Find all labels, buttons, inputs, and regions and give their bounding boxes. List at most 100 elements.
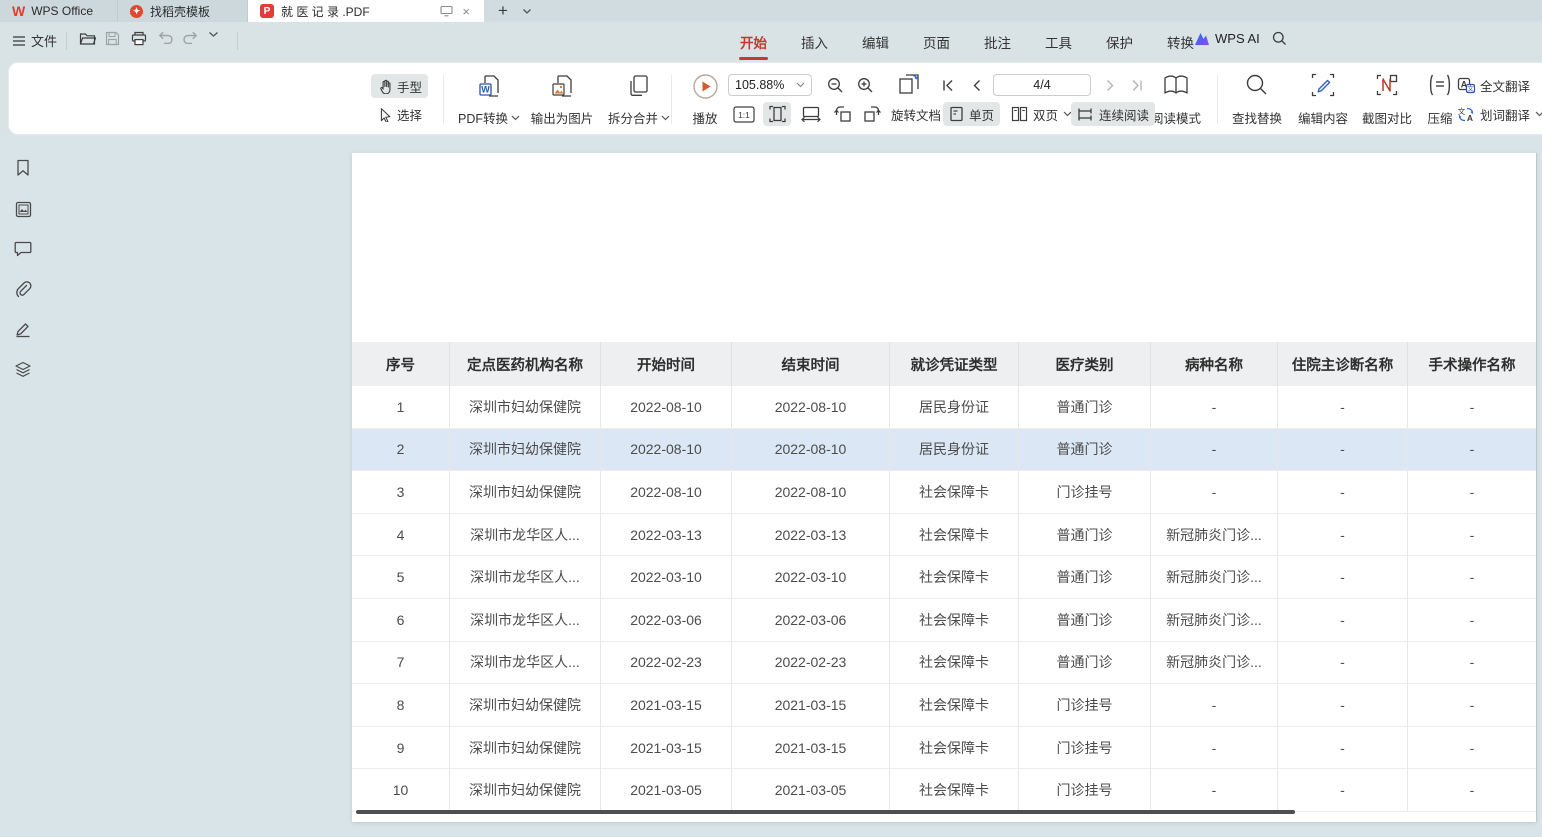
table-cell: - [1277, 386, 1407, 428]
table-cell: 普通门诊 [1018, 599, 1150, 641]
wps-ai-logo-icon [1194, 32, 1210, 46]
divider [671, 75, 672, 124]
table-cell: 社会保障卡 [889, 514, 1018, 556]
fit-width-button[interactable] [797, 102, 825, 126]
quick-access-chevron-icon[interactable] [208, 31, 219, 38]
table-header-cell: 手术操作名称 [1407, 342, 1536, 386]
menu-tab-转换[interactable]: 转换 [1165, 30, 1196, 58]
undo-icon[interactable] [157, 31, 173, 44]
table-cell: 2022-03-13 [731, 514, 889, 556]
next-page-icon [1106, 79, 1115, 92]
screenshot-compare-button[interactable]: 截图对比 [1357, 71, 1417, 129]
close-tab-icon[interactable]: × [460, 4, 472, 19]
pdf-convert-button[interactable]: W PDF转换 [452, 71, 526, 129]
split-merge-button[interactable]: 拆分合并 [598, 71, 680, 129]
svg-text:文: 文 [1458, 106, 1466, 116]
bookmarks-panel-icon[interactable] [13, 158, 33, 178]
table-cell: 9 [352, 727, 449, 769]
table-cell: - [1407, 386, 1536, 428]
zoom-level-select[interactable]: 105.88% [728, 74, 812, 96]
rotate-right-icon [863, 105, 882, 123]
table-cell: 深圳市龙华区人... [449, 599, 600, 641]
table-cell: 2022-08-10 [731, 471, 889, 513]
attachments-panel-icon[interactable] [13, 279, 33, 299]
rotate-left-icon [833, 105, 852, 123]
table-cell: - [1150, 769, 1277, 811]
table-cell: 普通门诊 [1018, 514, 1150, 556]
menu-tab-工具[interactable]: 工具 [1043, 30, 1074, 58]
menu-tab-插入[interactable]: 插入 [799, 30, 830, 58]
menu-tab-页面[interactable]: 页面 [921, 30, 952, 58]
table-cell: 4 [352, 514, 449, 556]
thumbnails-panel-icon[interactable] [13, 199, 33, 219]
signature-panel-icon[interactable] [13, 319, 33, 339]
zoom-out-button[interactable] [823, 74, 847, 96]
full-text-translate-button[interactable]: A文 全文翻译 [1457, 73, 1530, 97]
search-icon[interactable] [1272, 31, 1287, 46]
wps-ai-button[interactable]: WPS AI [1194, 31, 1260, 46]
print-icon[interactable] [131, 31, 147, 46]
actual-size-button[interactable]: 1:1 [731, 102, 757, 126]
chevron-down-icon [511, 115, 520, 121]
comments-panel-icon[interactable] [13, 239, 33, 259]
table-header-cell: 就诊凭证类型 [889, 342, 1018, 386]
swap-pages-button[interactable] [893, 72, 925, 98]
single-page-button[interactable]: 单页 [943, 102, 1000, 126]
hand-tool-button[interactable]: 手型 [371, 74, 428, 98]
menu-tab-开始[interactable]: 开始 [738, 30, 769, 58]
table-cell: 社会保障卡 [889, 599, 1018, 641]
new-tab-button[interactable]: + [484, 0, 516, 22]
table-cell: 门诊挂号 [1018, 471, 1150, 513]
layers-panel-icon[interactable] [13, 359, 33, 379]
table-cell: - [1150, 684, 1277, 726]
table-row: 4深圳市龙华区人...2022-03-132022-03-13社会保障卡普通门诊… [352, 514, 1536, 557]
tab-list-chevron-icon[interactable] [516, 0, 538, 22]
tab-docer-templates[interactable]: ✦ 找稻壳模板 [118, 0, 248, 22]
select-tool-button[interactable]: 选择 [371, 102, 428, 126]
table-cell: 2021-03-15 [731, 684, 889, 726]
last-page-button[interactable] [1125, 74, 1147, 96]
horizontal-scrollbar-thumb[interactable] [356, 810, 1295, 814]
monitor-icon[interactable] [440, 5, 453, 17]
save-icon[interactable] [105, 31, 120, 46]
open-file-icon[interactable] [79, 31, 96, 46]
menu-tab-编辑[interactable]: 编辑 [860, 30, 891, 58]
double-page-button[interactable]: 双页 [1005, 102, 1078, 126]
next-page-button[interactable] [1099, 74, 1121, 96]
pdf-file-icon: P [260, 4, 274, 18]
compress-button[interactable]: 压缩 [1419, 71, 1461, 129]
edit-content-button[interactable]: 编辑内容 [1293, 71, 1353, 129]
table-cell: - [1277, 556, 1407, 598]
menu-tab-批注[interactable]: 批注 [982, 30, 1013, 58]
export-as-image-button[interactable]: 输出为图片 [526, 71, 598, 129]
menu-tab-strip: 开始 插入 编辑 页面 批注 工具 保护 转换 [738, 30, 1196, 58]
table-cell: - [1150, 727, 1277, 769]
table-cell: 深圳市妇幼保健院 [449, 727, 600, 769]
rotate-right-button[interactable] [859, 102, 885, 126]
pdf-page: 序号定点医药机构名称开始时间结束时间就诊凭证类型医疗类别病种名称住院主诊断名称手… [352, 153, 1536, 822]
file-menu-button[interactable]: 文件 [12, 31, 57, 50]
menu-tab-保护[interactable]: 保护 [1104, 30, 1135, 58]
table-cell: 2021-03-05 [600, 769, 731, 811]
tab-wps-office[interactable]: W WPS Office [0, 0, 118, 22]
play-button[interactable]: 播放 [681, 71, 729, 129]
first-page-button[interactable] [937, 74, 959, 96]
fit-page-button[interactable] [763, 102, 791, 126]
rotate-document-button[interactable]: 旋转文档 [885, 102, 947, 126]
table-cell: 2022-03-10 [600, 556, 731, 598]
zoom-in-button[interactable] [853, 74, 877, 96]
tab-document-pdf[interactable]: P 就 医 记 录 .PDF × [248, 0, 484, 22]
table-cell: 深圳市龙华区人... [449, 556, 600, 598]
table-cell: - [1277, 429, 1407, 471]
table-cell: 社会保障卡 [889, 684, 1018, 726]
word-translate-button[interactable]: 文A 划词翻译 [1457, 102, 1542, 126]
table-cell: 2022-08-10 [731, 386, 889, 428]
previous-page-button[interactable] [965, 74, 987, 96]
continuous-read-button[interactable]: 连续阅读 [1071, 102, 1155, 126]
rotate-left-button[interactable] [829, 102, 855, 126]
table-cell: 6 [352, 599, 449, 641]
find-replace-button[interactable]: 查找替换 [1225, 71, 1289, 129]
page-number-input[interactable]: 4/4 [993, 74, 1091, 96]
redo-icon[interactable] [183, 31, 199, 44]
book-icon [1162, 73, 1190, 97]
